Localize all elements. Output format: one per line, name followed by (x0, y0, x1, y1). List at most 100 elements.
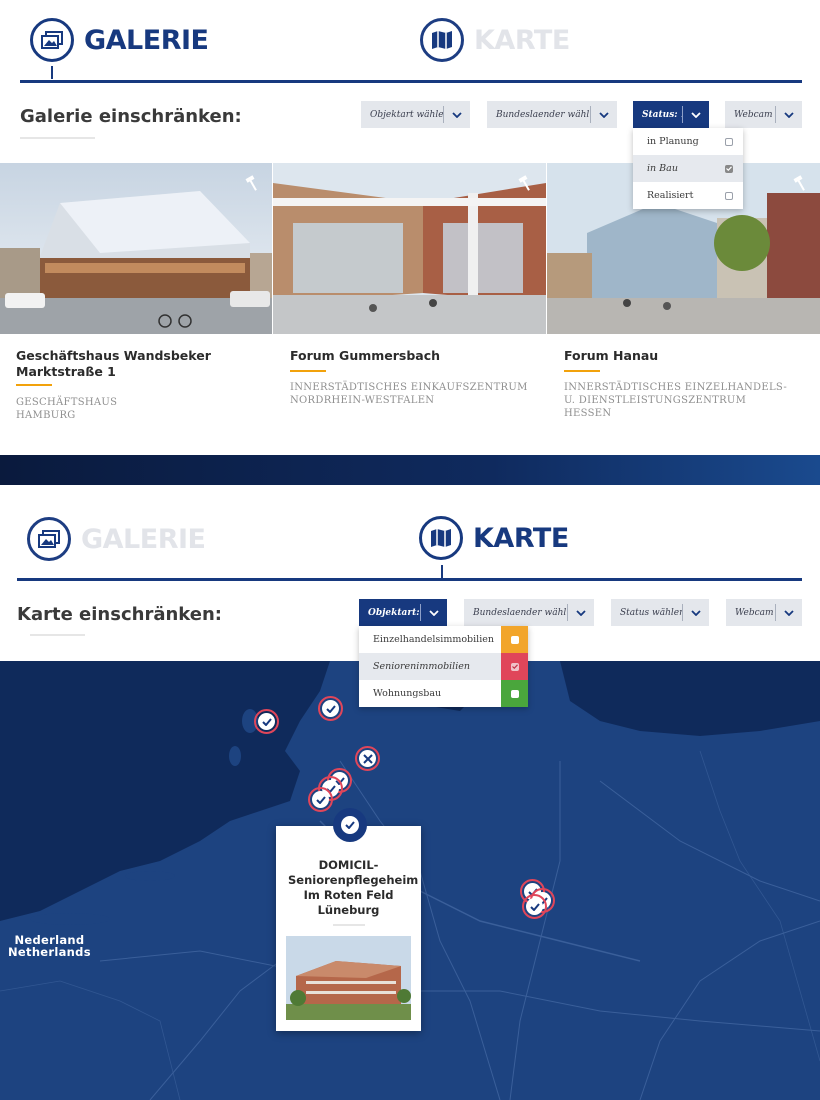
project-region: HAMBURG (16, 410, 76, 421)
map-pin[interactable] (308, 787, 333, 812)
objektart-option-einzelhandel[interactable]: Einzelhandelsimmobilien (359, 626, 528, 653)
check-icon (258, 713, 275, 730)
popup-image[interactable] (286, 936, 411, 1020)
chevron-down-icon (421, 609, 447, 616)
objektart-option-label: Wohnungsbau (373, 688, 442, 699)
tab-divider (17, 578, 802, 581)
project-type: GESCHÄFTSHAUS (16, 397, 118, 408)
status-option-label: in Planung (647, 136, 699, 147)
gallery-filter-heading: Galerie einschränken: (20, 106, 242, 127)
active-tab-indicator (51, 66, 53, 79)
tab-divider (20, 80, 802, 83)
objektart-option-label: Seniorenimmobilien (373, 661, 470, 672)
karte-tab[interactable]: KARTE (420, 18, 570, 62)
galerie-tab-label: GALERIE (84, 24, 209, 56)
chevron-down-icon (568, 609, 594, 616)
project-region: NORDRHEIN-WESTFALEN (290, 395, 435, 406)
status-option-in-planung[interactable]: in Planung (633, 128, 743, 155)
checkbox[interactable] (725, 137, 733, 146)
title-underline (564, 370, 600, 372)
project-image-gummersbach[interactable] (273, 163, 546, 334)
galerie-tab[interactable]: GALERIE (30, 18, 209, 62)
webcam-dropdown[interactable]: Webcam (725, 101, 802, 128)
webcam-dropdown-label: Webcam (734, 109, 773, 120)
status-dropdown-label: Status wählen (620, 607, 682, 618)
title-underline (290, 370, 326, 372)
bundesland-dropdown-label: Bundeslaender wähl... (496, 109, 590, 120)
project-title: Forum Gummersbach (290, 348, 441, 363)
objektart-option-wohnungsbau[interactable]: Wohnungsbau (359, 680, 528, 707)
objektart-menu: Einzelhandelsimmobilien Seniorenimmobili… (359, 626, 528, 707)
active-map-pin[interactable] (333, 808, 367, 842)
country-label-line: Netherlands (8, 945, 91, 959)
checkbox[interactable] (725, 164, 733, 173)
section-separator (0, 455, 820, 485)
map-filter-heading: Karte einschränken: (17, 604, 222, 625)
project-image-wandsbek[interactable] (0, 163, 272, 334)
country-label-netherlands: Nederland Netherlands (8, 934, 91, 958)
chevron-down-icon (683, 609, 709, 616)
webcam-dropdown[interactable]: Webcam (726, 599, 802, 626)
checkbox[interactable] (725, 191, 733, 200)
karte-tab[interactable]: KARTE (419, 516, 569, 560)
hammer-icon (517, 175, 535, 196)
hammer-icon (792, 175, 810, 196)
project-type: INNERSTÄDTISCHES EINZELHANDELS- U. DIENS… (564, 382, 788, 406)
cluster-icon (359, 750, 376, 767)
status-dropdown[interactable]: Status: 1 (633, 101, 709, 128)
bundesland-dropdown-label: Bundeslaender wähl... (473, 607, 567, 618)
map-info-popup[interactable]: DOMICIL-Seniorenpflegeheim Im Roten Feld… (276, 826, 421, 1031)
status-dropdown-label: Status: 1 (642, 109, 682, 120)
active-tab-indicator (441, 565, 443, 578)
status-option-label: Realisiert (647, 190, 694, 201)
project-type: INNERSTÄDTISCHES EINKAUFSZENTRUM (290, 382, 528, 393)
objektart-dropdown[interactable]: Objektart wählen (361, 101, 470, 128)
objektart-option-label: Einzelhandelsimmobilien (373, 634, 494, 645)
map-icon (419, 516, 463, 560)
chevron-down-icon (776, 111, 802, 118)
checkbox (510, 662, 519, 671)
chevron-down-icon (444, 111, 470, 118)
hammer-icon (244, 175, 262, 196)
status-option-label: in Bau (647, 163, 678, 174)
check-icon (312, 791, 329, 808)
checkbox (510, 689, 519, 698)
map-pin[interactable] (522, 894, 547, 919)
galerie-tab[interactable]: GALERIE (27, 517, 206, 561)
objektart-dropdown-label: Objektart: 1 (368, 607, 420, 618)
gallery-icon (27, 517, 71, 561)
objektart-option-senioren[interactable]: Seniorenimmobilien (359, 653, 528, 680)
title-underline (16, 384, 52, 386)
status-option-in-bau[interactable]: in Bau (633, 155, 743, 182)
checkbox (510, 635, 519, 644)
popup-title: DOMICIL-Seniorenpflegeheim Im Roten Feld… (288, 858, 419, 917)
galerie-tab-label: GALERIE (81, 523, 206, 555)
bundesland-dropdown[interactable]: Bundeslaender wähl... (464, 599, 594, 626)
category-swatch[interactable] (501, 680, 528, 707)
webcam-dropdown-label: Webcam (735, 607, 774, 618)
check-icon (341, 816, 359, 834)
karte-tab-label: KARTE (474, 24, 570, 56)
project-title: Geschäftshaus Wandsbeker Marktstraße 1 (16, 348, 211, 379)
category-swatch[interactable] (501, 653, 528, 680)
project-region: HESSEN (564, 408, 612, 419)
chevron-down-icon (683, 111, 709, 118)
heading-underline (30, 634, 85, 636)
popup-title-underline (333, 924, 365, 926)
map-pin[interactable] (355, 746, 380, 771)
map-icon (420, 18, 464, 62)
map-pin[interactable] (254, 709, 279, 734)
status-option-realisiert[interactable]: Realisiert (633, 182, 743, 209)
status-dropdown[interactable]: Status wählen (611, 599, 709, 626)
category-swatch[interactable] (501, 626, 528, 653)
chevron-down-icon (776, 609, 802, 616)
status-menu: in Planung in Bau Realisiert (633, 128, 743, 209)
bundesland-dropdown[interactable]: Bundeslaender wähl... (487, 101, 617, 128)
karte-tab-label: KARTE (473, 522, 569, 554)
heading-underline (20, 137, 95, 139)
objektart-dropdown[interactable]: Objektart: 1 (359, 599, 447, 626)
objektart-dropdown-label: Objektart wählen (370, 109, 443, 120)
map-pin[interactable] (318, 696, 343, 721)
check-icon (322, 700, 339, 717)
gallery-icon (30, 18, 74, 62)
